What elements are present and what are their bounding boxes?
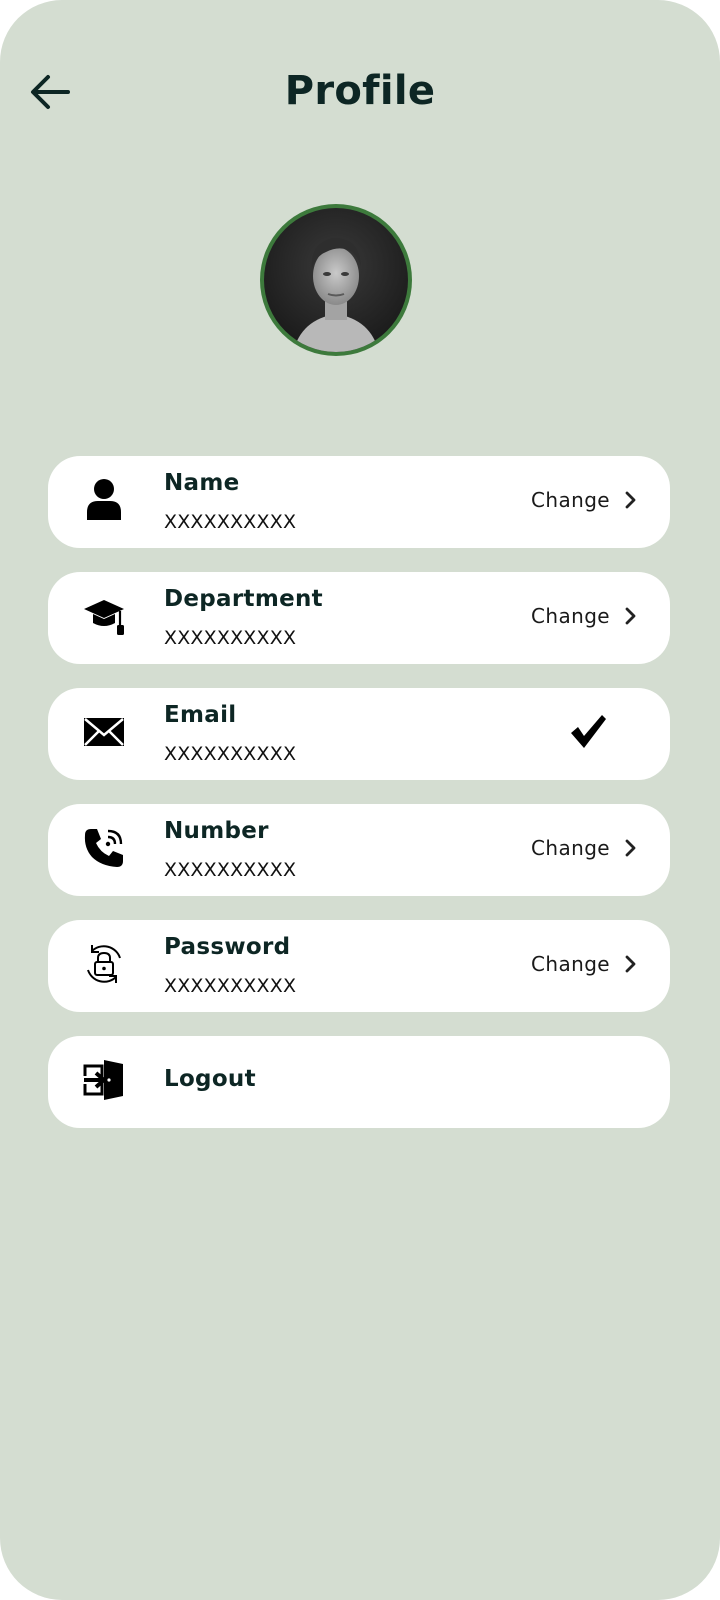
envelope-icon: [82, 710, 126, 754]
logout-label: Logout: [164, 1066, 256, 1092]
graduation-cap-icon: [82, 594, 126, 638]
change-department-button[interactable]: Change: [531, 604, 636, 628]
chevron-right-icon: [625, 839, 636, 857]
name-label: Name: [164, 470, 240, 496]
number-value: XXXXXXXXXX: [164, 859, 297, 881]
password-value: XXXXXXXXXX: [164, 975, 297, 997]
change-password-button[interactable]: Change: [531, 952, 636, 976]
name-row[interactable]: Name XXXXXXXXXX Change: [48, 456, 670, 548]
change-name-button[interactable]: Change: [531, 488, 636, 512]
change-label: Change: [531, 488, 610, 512]
checkmark-icon: [571, 715, 606, 748]
avatar[interactable]: [260, 204, 412, 356]
logout-door-icon: [82, 1058, 126, 1102]
profile-photo: [264, 208, 408, 352]
lock-refresh-icon: [82, 942, 126, 986]
profile-screen: Profile Name XXXXXXXXXX Change Departmen…: [0, 0, 720, 1600]
email-label: Email: [164, 702, 237, 728]
number-label: Number: [164, 818, 269, 844]
change-number-button[interactable]: Change: [531, 836, 636, 860]
phone-icon: [82, 826, 126, 870]
department-label: Department: [164, 586, 323, 612]
email-value: XXXXXXXXXX: [164, 743, 297, 765]
chevron-right-icon: [625, 607, 636, 625]
department-value: XXXXXXXXXX: [164, 627, 297, 649]
chevron-right-icon: [625, 955, 636, 973]
change-label: Change: [531, 604, 610, 628]
password-row[interactable]: Password XXXXXXXXXX Change: [48, 920, 670, 1012]
page-title: Profile: [284, 68, 436, 114]
chevron-right-icon: [625, 491, 636, 509]
name-value: XXXXXXXXXX: [164, 511, 297, 533]
change-label: Change: [531, 952, 610, 976]
email-row[interactable]: Email XXXXXXXXXX: [48, 688, 670, 780]
person-icon: [82, 478, 126, 522]
number-row[interactable]: Number XXXXXXXXXX Change: [48, 804, 670, 896]
password-label: Password: [164, 934, 291, 960]
change-label: Change: [531, 836, 610, 860]
department-row[interactable]: Department XXXXXXXXXX Change: [48, 572, 670, 664]
logout-button[interactable]: Logout: [48, 1036, 670, 1128]
